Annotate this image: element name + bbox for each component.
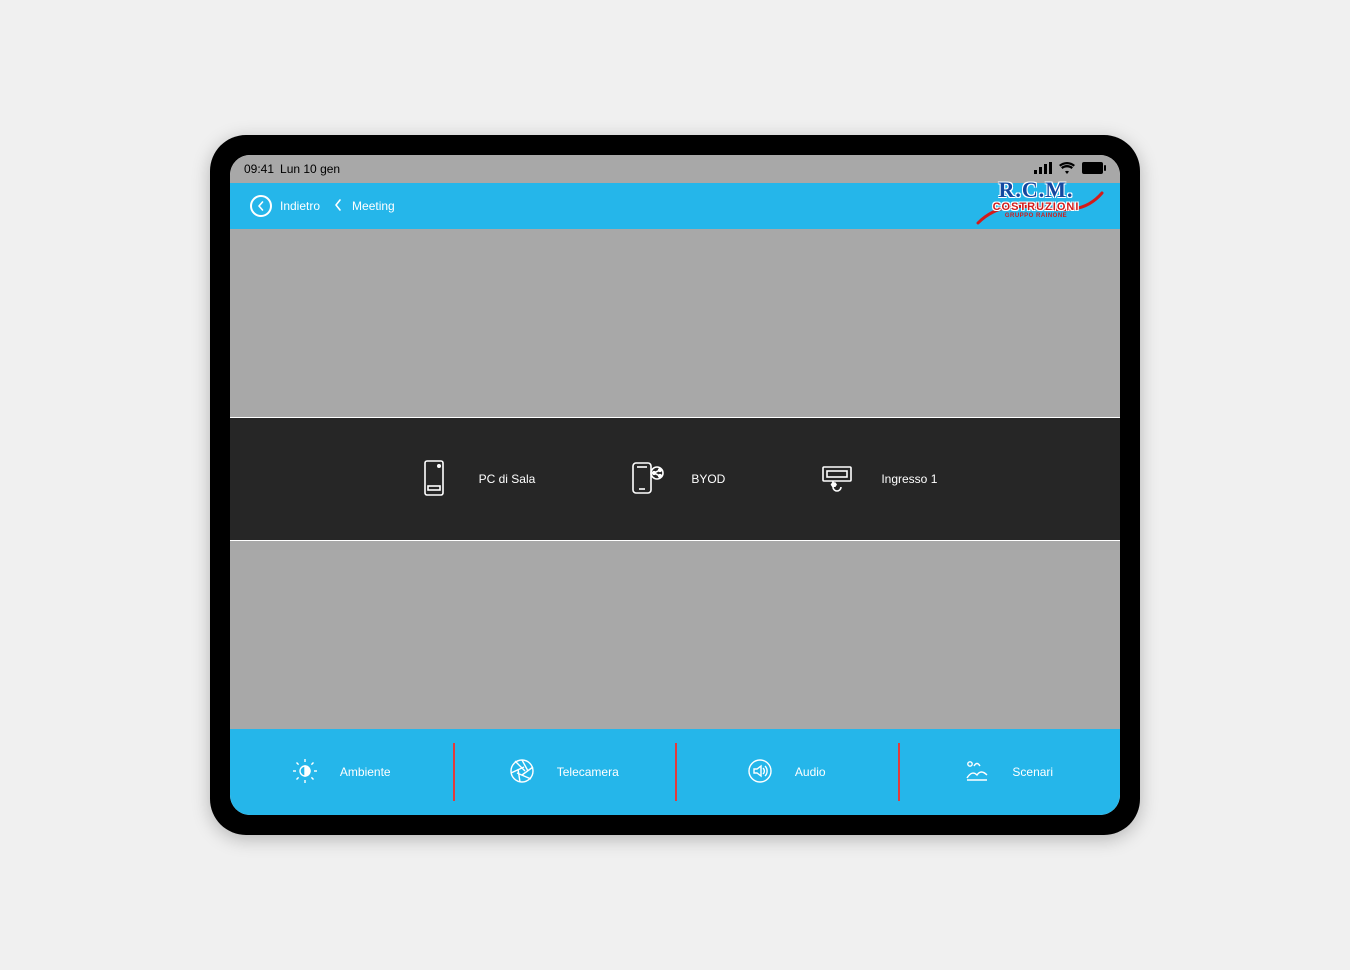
footer-audio[interactable]: Audio <box>675 729 898 815</box>
device-share-icon <box>625 457 667 502</box>
logo-line3: GRUPPO RAINONE <box>976 213 1096 219</box>
brightness-icon <box>292 758 318 787</box>
source-byod[interactable]: BYOD <box>625 457 725 502</box>
footer-telecamera[interactable]: Telecamera <box>453 729 676 815</box>
signal-icon <box>1034 162 1052 177</box>
logo-line2: COSTRUZIONI <box>976 201 1096 213</box>
brand-logo: R.C.M. COSTRUZIONI GRUPPO RAINONE <box>976 177 1096 219</box>
spacer-top <box>230 229 1120 417</box>
source-label: BYOD <box>691 472 725 486</box>
footer-label: Audio <box>795 765 826 779</box>
back-button[interactable]: Indietro <box>250 195 320 217</box>
source-label: Ingresso 1 <box>881 472 937 486</box>
battery-icon <box>1082 162 1106 177</box>
speaker-icon <box>747 758 773 787</box>
breadcrumb[interactable]: Meeting <box>334 198 395 214</box>
source-label: PC di Sala <box>479 472 536 486</box>
source-ingresso-1[interactable]: Ingresso 1 <box>815 457 937 502</box>
header-bar: Indietro Meeting R.C.M. COSTRUZIONI GRUP… <box>230 183 1120 229</box>
footer-label: Ambiente <box>340 765 391 779</box>
wifi-icon <box>1059 162 1075 177</box>
back-circle-icon <box>250 195 272 217</box>
spacer-bottom <box>230 541 1120 729</box>
hdmi-input-icon <box>815 457 857 502</box>
source-pc-di-sala[interactable]: PC di Sala <box>413 457 536 502</box>
source-row: PC di Sala <box>230 417 1120 541</box>
scene-icon <box>964 758 990 787</box>
footer-label: Telecamera <box>557 765 619 779</box>
content-area: PC di Sala <box>230 229 1120 729</box>
footer-scenari[interactable]: Scenari <box>898 729 1121 815</box>
back-label: Indietro <box>280 199 320 213</box>
footer-bar: Ambiente Telecamera <box>230 729 1120 815</box>
tablet-frame: 09:41 Lun 10 gen Indietr <box>210 135 1140 835</box>
chevron-left-icon <box>334 198 342 214</box>
status-date: Lun 10 gen <box>280 162 340 176</box>
footer-label: Scenari <box>1012 765 1053 779</box>
desktop-pc-icon <box>413 457 455 502</box>
breadcrumb-label: Meeting <box>352 199 395 213</box>
logo-line1: R.C.M. <box>976 177 1096 203</box>
aperture-icon <box>509 758 535 787</box>
footer-ambiente[interactable]: Ambiente <box>230 729 453 815</box>
screen: 09:41 Lun 10 gen Indietr <box>230 155 1120 815</box>
status-time: 09:41 <box>244 162 274 176</box>
